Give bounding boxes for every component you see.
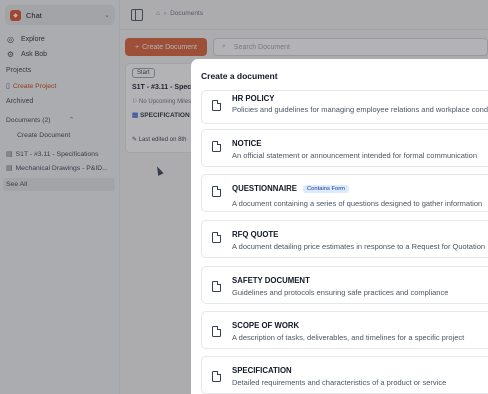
document-icon [212,232,221,243]
template-description: A description of tasks, deliverables, an… [232,333,465,342]
create-document-modal: Create a document HR POLICY Policies and… [191,59,488,394]
document-icon [212,371,221,382]
template-description: A document detailing price estimates in … [232,242,486,251]
document-icon [212,281,221,292]
template-name: SAFETY DOCUMENT [232,276,310,285]
template-notice[interactable]: NOTICE An official statement or announce… [201,129,488,167]
document-icon [212,141,221,152]
template-questionnaire[interactable]: QUESTIONNAIRE Contains Form A document c… [201,174,488,212]
template-name: SCOPE OF WORK [232,321,300,330]
document-icon [212,186,221,197]
document-icon [212,326,221,337]
contains-form-badge: Contains Form [302,184,349,193]
template-name: HR POLICY [232,94,275,103]
modal-title: Create a document [201,71,278,81]
template-scope-of-work[interactable]: SCOPE OF WORK A description of tasks, de… [201,311,488,349]
template-rfq-quote[interactable]: RFQ QUOTE A document detailing price est… [201,220,488,258]
template-name: RFQ QUOTE [232,230,279,239]
template-description: Policies and guidelines for managing emp… [232,105,488,114]
template-specification[interactable]: SPECIFICATION Detailed requirements and … [201,356,488,394]
document-icon [212,100,221,111]
template-name: NOTICE [232,139,262,148]
template-description: A document containing a series of questi… [232,199,483,208]
template-name: SPECIFICATION [232,366,292,375]
template-safety-document[interactable]: SAFETY DOCUMENT Guidelines and protocols… [201,266,488,304]
template-description: An official statement or announcement in… [232,151,477,160]
template-name: QUESTIONNAIRE Contains Form [232,184,349,193]
template-description: Guidelines and protocols ensuring safe p… [232,288,449,297]
template-hr-policy[interactable]: HR POLICY Policies and guidelines for ma… [201,90,488,124]
template-description: Detailed requirements and characteristic… [232,378,447,387]
